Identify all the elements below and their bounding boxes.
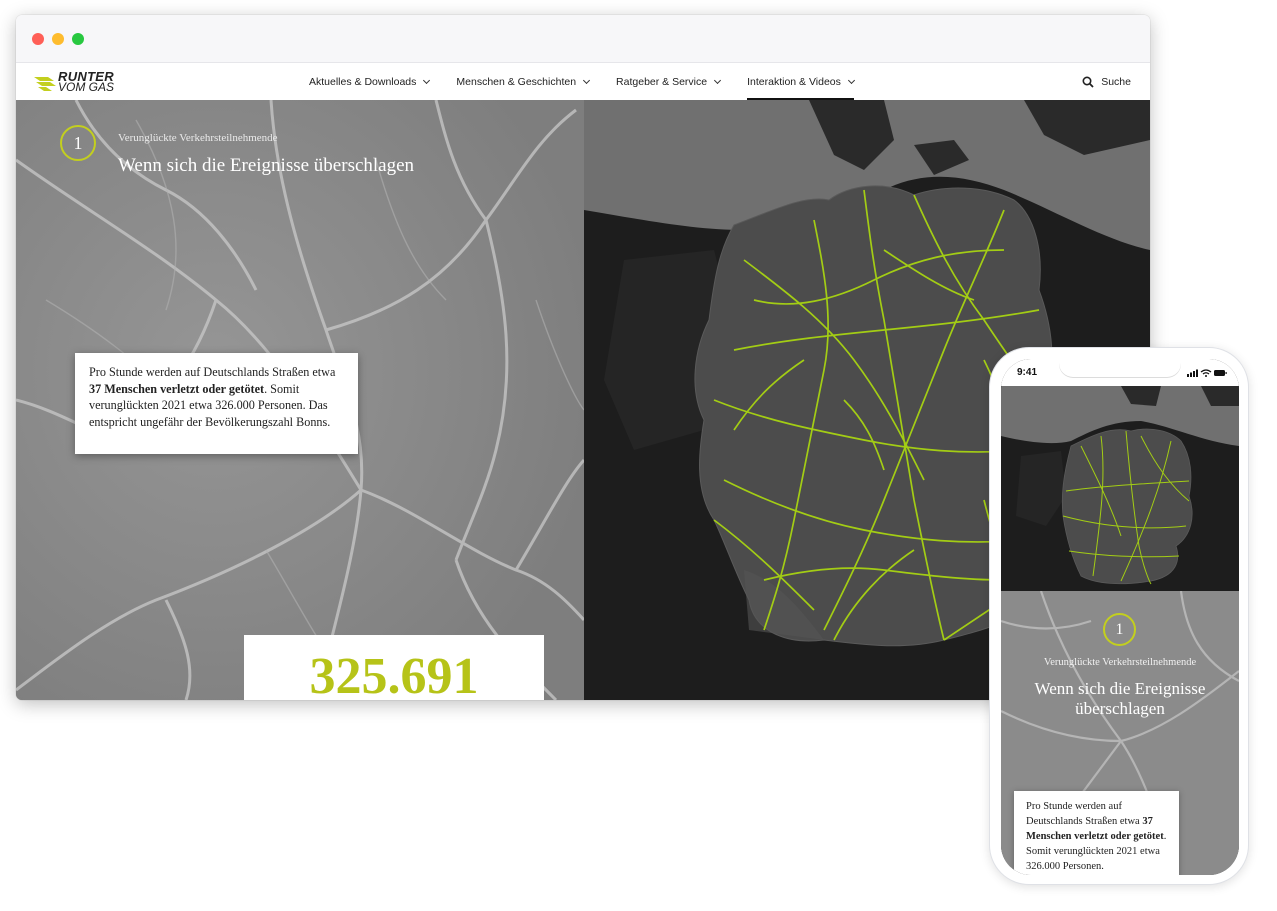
search-label: Suche xyxy=(1101,75,1131,88)
status-time: 9:41 xyxy=(1017,367,1038,378)
search-icon xyxy=(1082,75,1094,88)
logo-text-line2: VOM GAS xyxy=(58,80,115,94)
status-indicators-icon xyxy=(1187,369,1227,377)
phone-status-bar: 9:41 xyxy=(1001,359,1239,386)
story-eyebrow: Verunglückte Verkehrsteilnehmende xyxy=(118,132,278,144)
mobile-phone-mockup: 9:41 1 Verunglückte Verkehrsteilnehmende… xyxy=(989,347,1249,885)
menu-item-ratgeber[interactable]: Ratgeber & Service xyxy=(616,63,722,100)
site-navigation: RUNTER VOM GAS Aktuelles & Downloads Men… xyxy=(16,63,1150,100)
phone-story-info-card: Pro Stunde werden auf Deutschlands Straß… xyxy=(1014,791,1179,875)
maximize-window-button[interactable] xyxy=(72,33,84,45)
menu-item-label: Ratgeber & Service xyxy=(616,75,708,88)
phone-card-text-part1: Pro Stunde werden auf Deutschlands Straß… xyxy=(1026,801,1143,827)
close-window-button[interactable] xyxy=(32,33,44,45)
chevron-down-icon xyxy=(583,76,591,84)
phone-map-illustration xyxy=(1001,386,1239,591)
story-headline: Wenn sich die Ereignisse überschlagen xyxy=(118,155,415,176)
menu-item-aktuelles[interactable]: Aktuelles & Downloads xyxy=(309,63,431,100)
injury-counter: 325.691 xyxy=(244,635,544,700)
menu-item-label: Interaktion & Videos xyxy=(747,75,841,88)
main-menu: Aktuelles & Downloads Menschen & Geschic… xyxy=(309,63,881,100)
phone-story-eyebrow: Verunglückte Verkehrsteilnehmende xyxy=(1043,657,1197,668)
story-panel[interactable]: 1 Verunglückte Verkehrsteilnehmende Wenn… xyxy=(16,100,584,700)
menu-item-menschen[interactable]: Menschen & Geschichten xyxy=(456,63,591,100)
desktop-browser-window: RUNTER VOM GAS Aktuelles & Downloads Men… xyxy=(16,15,1150,700)
phone-step-number-badge: 1 xyxy=(1103,613,1136,646)
chevron-down-icon xyxy=(423,76,431,84)
story-info-card: Pro Stunde werden auf Deutschlands Straß… xyxy=(75,353,358,454)
logo-stripes-icon xyxy=(34,77,56,91)
phone-story-panel[interactable]: 1 Verunglückte Verkehrsteilnehmende Wenn… xyxy=(1001,591,1239,875)
menu-item-interaktion[interactable]: Interaktion & Videos xyxy=(747,63,855,100)
minimize-window-button[interactable] xyxy=(52,33,64,45)
site-logo[interactable]: RUNTER VOM GAS xyxy=(34,69,115,94)
chevron-down-icon xyxy=(714,76,722,84)
card-text-part1: Pro Stunde werden auf Deutschlands Straß… xyxy=(89,365,336,379)
step-number-badge: 1 xyxy=(60,125,96,161)
phone-screen: 9:41 1 Verunglückte Verkehrsteilnehmende… xyxy=(1001,359,1239,875)
phone-germany-road-map[interactable] xyxy=(1001,386,1239,591)
card-text-bold: 37 Menschen verletzt oder getötet xyxy=(89,381,265,396)
menu-item-label: Aktuelles & Downloads xyxy=(309,75,417,88)
phone-notch xyxy=(1059,359,1181,377)
chevron-down-icon xyxy=(847,76,855,84)
search-button[interactable]: Suche xyxy=(1082,63,1131,100)
menu-item-label: Menschen & Geschichten xyxy=(456,75,577,88)
phone-story-headline: Wenn sich die Ereignisse überschlagen xyxy=(1034,679,1206,718)
page-content: 1 Verunglückte Verkehrsteilnehmende Wenn… xyxy=(16,100,1150,700)
window-titlebar xyxy=(16,15,1150,63)
